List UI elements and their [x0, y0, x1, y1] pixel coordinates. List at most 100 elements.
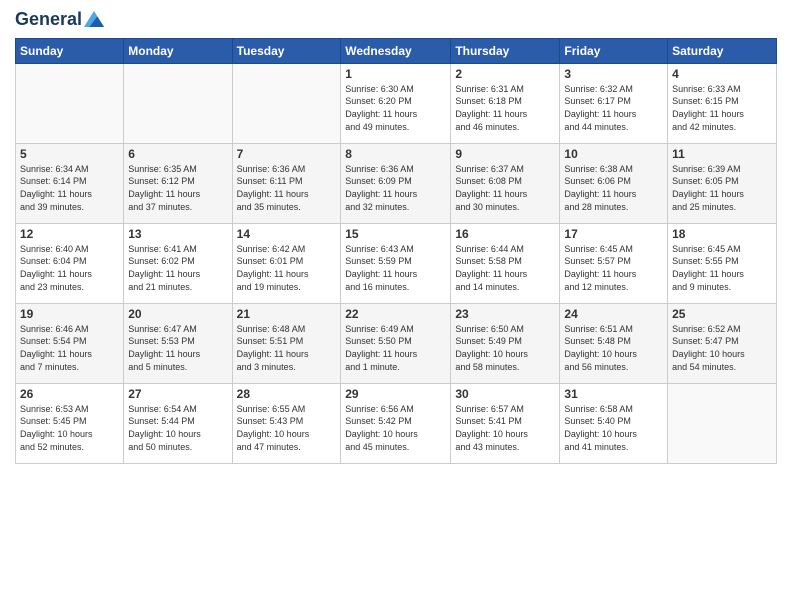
day-number: 9: [455, 147, 555, 161]
calendar-cell: 4 Sunrise: 6:33 AM Sunset: 6:15 PM Daylig…: [668, 63, 777, 143]
day-info: Sunrise: 6:30 AM Sunset: 6:20 PM Dayligh…: [345, 83, 446, 133]
weekday-header: Wednesday: [341, 38, 451, 63]
page: General SundayMondayTuesdayWednesdayThur…: [0, 0, 792, 612]
day-number: 19: [20, 307, 119, 321]
calendar-cell: [232, 63, 341, 143]
day-number: 8: [345, 147, 446, 161]
calendar-cell: 3 Sunrise: 6:32 AM Sunset: 6:17 PM Daylig…: [560, 63, 668, 143]
day-info: Sunrise: 6:44 AM Sunset: 5:58 PM Dayligh…: [455, 243, 555, 293]
day-info: Sunrise: 6:58 AM Sunset: 5:40 PM Dayligh…: [564, 403, 663, 453]
day-number: 6: [128, 147, 227, 161]
calendar-week-row: 26Sunrise: 6:53 AM Sunset: 5:45 PM Dayli…: [16, 383, 777, 463]
day-info: Sunrise: 6:45 AM Sunset: 5:55 PM Dayligh…: [672, 243, 772, 293]
day-info: Sunrise: 6:51 AM Sunset: 5:48 PM Dayligh…: [564, 323, 663, 373]
day-info: Sunrise: 6:57 AM Sunset: 5:41 PM Dayligh…: [455, 403, 555, 453]
day-number: 30: [455, 387, 555, 401]
day-info: Sunrise: 6:31 AM Sunset: 6:18 PM Dayligh…: [455, 83, 555, 133]
day-info: Sunrise: 6:35 AM Sunset: 6:12 PM Dayligh…: [128, 163, 227, 213]
calendar-week-row: 12 Sunrise: 6:40 AM Sunset: 6:04 PM Dayli…: [16, 223, 777, 303]
day-number: 3: [564, 67, 663, 81]
day-info: Sunrise: 6:48 AM Sunset: 5:51 PM Dayligh…: [237, 323, 337, 373]
calendar-week-row: 19 Sunrise: 6:46 AM Sunset: 5:54 PM Dayli…: [16, 303, 777, 383]
day-info: Sunrise: 6:50 AM Sunset: 5:49 PM Dayligh…: [455, 323, 555, 373]
logo: General: [15, 10, 104, 30]
day-number: 18: [672, 227, 772, 241]
calendar-cell: 5 Sunrise: 6:34 AM Sunset: 6:14 PM Daylig…: [16, 143, 124, 223]
day-info: Sunrise: 6:33 AM Sunset: 6:15 PM Dayligh…: [672, 83, 772, 133]
logo-text: General: [15, 10, 82, 30]
day-number: 10: [564, 147, 663, 161]
calendar-header-row: SundayMondayTuesdayWednesdayThursdayFrid…: [16, 38, 777, 63]
day-number: 12: [20, 227, 119, 241]
calendar-cell: 28 Sunrise: 6:55 AM Sunset: 5:43 PM Dayli…: [232, 383, 341, 463]
day-number: 29: [345, 387, 446, 401]
calendar-cell: [668, 383, 777, 463]
day-info: Sunrise: 6:42 AM Sunset: 6:01 PM Dayligh…: [237, 243, 337, 293]
calendar-cell: [124, 63, 232, 143]
calendar-cell: 2Sunrise: 6:31 AM Sunset: 6:18 PM Daylig…: [451, 63, 560, 143]
day-info: Sunrise: 6:34 AM Sunset: 6:14 PM Dayligh…: [20, 163, 119, 213]
day-info: Sunrise: 6:32 AM Sunset: 6:17 PM Dayligh…: [564, 83, 663, 133]
calendar-cell: 25 Sunrise: 6:52 AM Sunset: 5:47 PM Dayli…: [668, 303, 777, 383]
calendar-cell: 31 Sunrise: 6:58 AM Sunset: 5:40 PM Dayli…: [560, 383, 668, 463]
day-number: 16: [455, 227, 555, 241]
header: General: [15, 10, 777, 30]
calendar-cell: 13Sunrise: 6:41 AM Sunset: 6:02 PM Dayli…: [124, 223, 232, 303]
calendar-cell: 17 Sunrise: 6:45 AM Sunset: 5:57 PM Dayli…: [560, 223, 668, 303]
weekday-header: Saturday: [668, 38, 777, 63]
calendar-cell: 6 Sunrise: 6:35 AM Sunset: 6:12 PM Daylig…: [124, 143, 232, 223]
day-info: Sunrise: 6:56 AM Sunset: 5:42 PM Dayligh…: [345, 403, 446, 453]
calendar-cell: 26Sunrise: 6:53 AM Sunset: 5:45 PM Dayli…: [16, 383, 124, 463]
day-number: 15: [345, 227, 446, 241]
calendar-week-row: 1 Sunrise: 6:30 AM Sunset: 6:20 PM Daylig…: [16, 63, 777, 143]
day-number: 1: [345, 67, 446, 81]
calendar-cell: 10 Sunrise: 6:38 AM Sunset: 6:06 PM Dayli…: [560, 143, 668, 223]
day-info: Sunrise: 6:38 AM Sunset: 6:06 PM Dayligh…: [564, 163, 663, 213]
calendar-cell: 18 Sunrise: 6:45 AM Sunset: 5:55 PM Dayli…: [668, 223, 777, 303]
weekday-header: Thursday: [451, 38, 560, 63]
calendar-cell: 20 Sunrise: 6:47 AM Sunset: 5:53 PM Dayli…: [124, 303, 232, 383]
day-info: Sunrise: 6:45 AM Sunset: 5:57 PM Dayligh…: [564, 243, 663, 293]
day-number: 23: [455, 307, 555, 321]
calendar-cell: 29 Sunrise: 6:56 AM Sunset: 5:42 PM Dayli…: [341, 383, 451, 463]
day-info: Sunrise: 6:40 AM Sunset: 6:04 PM Dayligh…: [20, 243, 119, 293]
weekday-header: Monday: [124, 38, 232, 63]
day-info: Sunrise: 6:43 AM Sunset: 5:59 PM Dayligh…: [345, 243, 446, 293]
day-info: Sunrise: 6:41 AM Sunset: 6:02 PM Dayligh…: [128, 243, 227, 293]
day-number: 31: [564, 387, 663, 401]
day-number: 4: [672, 67, 772, 81]
day-number: 5: [20, 147, 119, 161]
day-info: Sunrise: 6:52 AM Sunset: 5:47 PM Dayligh…: [672, 323, 772, 373]
calendar: SundayMondayTuesdayWednesdayThursdayFrid…: [15, 38, 777, 464]
logo-icon: [84, 10, 104, 28]
calendar-cell: 16 Sunrise: 6:44 AM Sunset: 5:58 PM Dayli…: [451, 223, 560, 303]
day-number: 11: [672, 147, 772, 161]
weekday-header: Tuesday: [232, 38, 341, 63]
day-info: Sunrise: 6:49 AM Sunset: 5:50 PM Dayligh…: [345, 323, 446, 373]
day-number: 21: [237, 307, 337, 321]
day-number: 7: [237, 147, 337, 161]
calendar-cell: 9Sunrise: 6:37 AM Sunset: 6:08 PM Daylig…: [451, 143, 560, 223]
calendar-cell: 24 Sunrise: 6:51 AM Sunset: 5:48 PM Dayli…: [560, 303, 668, 383]
day-info: Sunrise: 6:39 AM Sunset: 6:05 PM Dayligh…: [672, 163, 772, 213]
day-number: 24: [564, 307, 663, 321]
day-info: Sunrise: 6:46 AM Sunset: 5:54 PM Dayligh…: [20, 323, 119, 373]
day-number: 20: [128, 307, 227, 321]
calendar-cell: 15 Sunrise: 6:43 AM Sunset: 5:59 PM Dayli…: [341, 223, 451, 303]
calendar-cell: 7Sunrise: 6:36 AM Sunset: 6:11 PM Daylig…: [232, 143, 341, 223]
calendar-cell: 22 Sunrise: 6:49 AM Sunset: 5:50 PM Dayli…: [341, 303, 451, 383]
calendar-cell: 19 Sunrise: 6:46 AM Sunset: 5:54 PM Dayli…: [16, 303, 124, 383]
calendar-cell: 23 Sunrise: 6:50 AM Sunset: 5:49 PM Dayli…: [451, 303, 560, 383]
day-info: Sunrise: 6:47 AM Sunset: 5:53 PM Dayligh…: [128, 323, 227, 373]
day-number: 28: [237, 387, 337, 401]
calendar-cell: [16, 63, 124, 143]
calendar-cell: 27Sunrise: 6:54 AM Sunset: 5:44 PM Dayli…: [124, 383, 232, 463]
calendar-cell: 14 Sunrise: 6:42 AM Sunset: 6:01 PM Dayli…: [232, 223, 341, 303]
day-number: 25: [672, 307, 772, 321]
day-number: 14: [237, 227, 337, 241]
day-number: 22: [345, 307, 446, 321]
day-info: Sunrise: 6:54 AM Sunset: 5:44 PM Dayligh…: [128, 403, 227, 453]
day-number: 17: [564, 227, 663, 241]
calendar-week-row: 5 Sunrise: 6:34 AM Sunset: 6:14 PM Daylig…: [16, 143, 777, 223]
day-info: Sunrise: 6:55 AM Sunset: 5:43 PM Dayligh…: [237, 403, 337, 453]
